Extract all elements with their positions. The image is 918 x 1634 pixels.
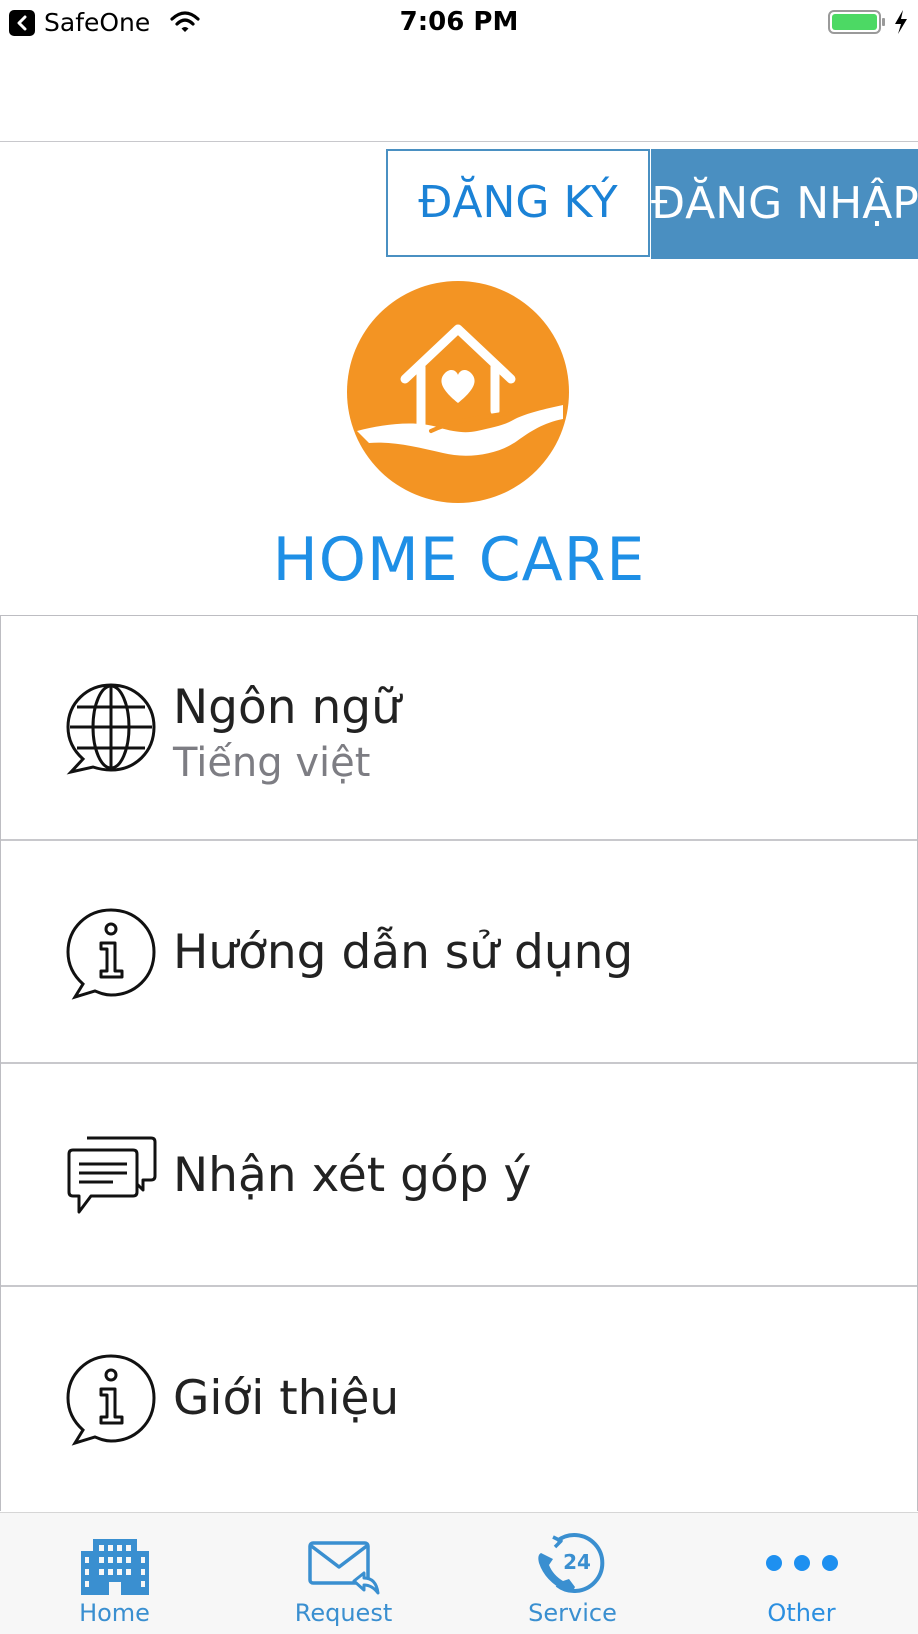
building-icon — [0, 1537, 229, 1601]
brand-name: HOME CARE — [272, 525, 646, 595]
menu-item-language[interactable]: Ngôn ngữ Tiếng việt — [1, 616, 917, 839]
menu-item-user-guide[interactable]: Hướng dẫn sử dụng — [1, 839, 917, 1062]
menu-item-title: Nhận xét góp ý — [173, 1148, 532, 1203]
mail-reply-icon — [229, 1537, 458, 1601]
status-bar: SafeOne 7:06 PM — [0, 0, 918, 46]
tab-label: Service — [528, 1599, 617, 1627]
login-button[interactable]: ĐĂNG NHẬP — [651, 149, 918, 259]
menu-item-subtitle: Tiếng việt — [173, 740, 371, 786]
tab-service[interactable]: 24 Service — [458, 1513, 687, 1634]
comments-icon — [65, 1134, 157, 1220]
phone-24-icon: 24 — [458, 1533, 687, 1599]
more-dots-icon — [687, 1553, 916, 1577]
status-time: 7:06 PM — [399, 7, 519, 37]
menu-item-about[interactable]: Giới thiệu — [1, 1285, 917, 1508]
tab-bar: Home Request 24 Service Other — [0, 1512, 918, 1634]
globe-chat-icon — [65, 682, 157, 780]
menu-item-title: Hướng dẫn sử dụng — [173, 925, 634, 980]
tab-label: Home — [79, 1599, 150, 1627]
charging-bolt-icon — [893, 9, 909, 39]
tab-label: Other — [767, 1599, 836, 1627]
info-chat-icon — [65, 1353, 157, 1451]
battery-icon — [828, 9, 888, 39]
menu-item-title: Giới thiệu — [173, 1371, 400, 1426]
menu-item-title: Ngôn ngữ — [173, 680, 401, 735]
register-button[interactable]: ĐĂNG KÝ — [386, 149, 650, 257]
tab-label: Request — [294, 1599, 393, 1627]
navigation-bar — [0, 46, 918, 142]
menu-item-feedback[interactable]: Nhận xét góp ý — [1, 1062, 917, 1285]
tab-home[interactable]: Home — [0, 1513, 229, 1634]
tab-other[interactable]: Other — [687, 1513, 916, 1634]
svg-text:24: 24 — [563, 1550, 591, 1574]
tab-request[interactable]: Request — [229, 1513, 458, 1634]
home-care-logo — [347, 281, 569, 503]
info-chat-icon — [65, 907, 157, 1005]
settings-menu: Ngôn ngữ Tiếng việt Hướng dẫn sử dụng Nh… — [0, 615, 918, 1511]
